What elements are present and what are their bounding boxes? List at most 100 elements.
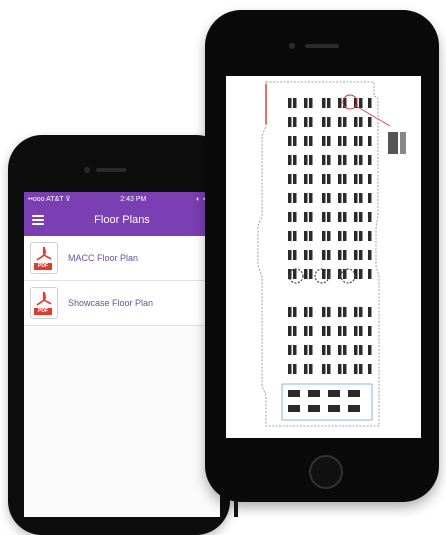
booth [309,364,313,374]
booth [309,212,313,222]
pdf-tag: PDF [34,263,52,270]
booth [368,193,372,203]
booth [354,250,358,260]
booth [338,345,342,355]
booth [343,345,347,355]
pdf-icon: PDF [30,242,58,274]
booth [304,345,308,355]
booth-grid [288,98,372,374]
side-booth [388,132,398,154]
booth [343,231,347,241]
booth [309,307,313,317]
booth [338,174,342,184]
booth [288,250,292,260]
booth [327,326,331,336]
booth [304,326,308,336]
booth [338,98,342,108]
list-item-macc[interactable]: PDF MACC Floor Plan [24,236,220,281]
nav-title: Floor Plans [94,214,150,226]
booth [359,174,363,184]
booth [338,136,342,146]
booth [322,117,326,127]
booth [288,307,292,317]
booth [338,155,342,165]
booth [338,307,342,317]
booth [354,212,358,222]
booth [354,136,358,146]
booth [359,250,363,260]
front-camera [289,43,295,49]
front-camera [84,167,90,173]
booth [368,231,372,241]
side-booth [400,132,406,154]
home-button[interactable] [309,455,343,489]
booth [338,231,342,241]
booth [354,326,358,336]
booth [328,405,340,412]
booth [338,250,342,260]
booth [309,98,313,108]
booth [293,231,297,241]
booth [293,117,297,127]
booth [309,117,313,127]
booth [338,117,342,127]
booth [338,326,342,336]
booth [309,269,313,279]
booth [354,193,358,203]
floor-plan-screen[interactable] [226,76,421,438]
booth [322,231,326,241]
booth [309,174,313,184]
booth [304,269,308,279]
booth [343,326,347,336]
booth [304,364,308,374]
carrier-text: ••ooo AT&T ⊽ [28,196,71,203]
booth [288,364,292,374]
booth [354,307,358,317]
booth [293,364,297,374]
booth [304,155,308,165]
booth [288,155,292,165]
booth [304,193,308,203]
booth [368,345,372,355]
floor-plan-drawing [257,81,406,427]
earpiece-speaker [96,168,126,172]
booth [327,136,331,146]
booth [327,212,331,222]
booth [304,212,308,222]
booth [322,307,326,317]
booth [359,212,363,222]
booth [343,193,347,203]
booth [368,174,372,184]
booth [354,155,358,165]
booth [338,364,342,374]
booth [343,117,347,127]
booth [368,212,372,222]
booth [343,364,347,374]
booth [293,193,297,203]
booth [359,117,363,127]
booth [288,117,292,127]
booth [338,212,342,222]
booth [368,250,372,260]
booth [343,307,347,317]
booth [328,390,340,397]
booth [309,155,313,165]
booth [359,345,363,355]
booth [288,98,292,108]
booth [359,136,363,146]
booth [343,212,347,222]
booth [368,117,372,127]
booth [288,326,292,336]
booth [343,250,347,260]
booth [309,326,313,336]
booth [327,231,331,241]
list-item-showcase[interactable]: PDF Showcase Floor Plan [24,281,220,326]
booth [359,231,363,241]
booth [359,98,363,108]
booth [327,155,331,165]
time-text: 2:43 PM [120,195,147,203]
booth [368,269,372,279]
booth [354,117,358,127]
booth [309,136,313,146]
booth [327,98,331,108]
